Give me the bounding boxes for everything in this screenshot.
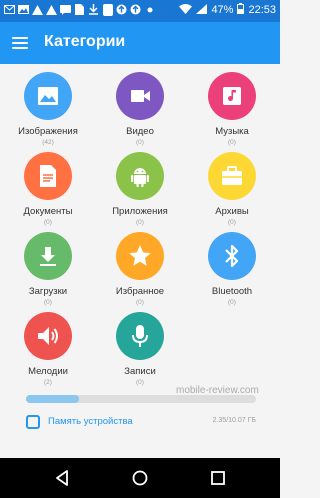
signal-icon (196, 3, 208, 17)
menu-icon-line (12, 47, 28, 49)
upload-icon (116, 4, 127, 15)
category-favorites[interactable]: Избранное (0) (94, 232, 186, 312)
category-count: (42) (42, 139, 54, 146)
category-count: (0) (228, 139, 236, 146)
email-icon (4, 4, 15, 15)
gallery-icon (18, 4, 29, 15)
category-video[interactable]: Видео (0) (94, 72, 186, 152)
app-bar: Категории (0, 22, 280, 64)
status-bar: 47% 22:53 (0, 0, 280, 22)
category-label: Мелодии (28, 366, 68, 377)
category-count: (0) (44, 219, 52, 226)
back-button[interactable] (52, 468, 72, 488)
download-icon (88, 4, 99, 15)
category-label: Записи (124, 366, 156, 377)
menu-icon-line (12, 42, 28, 44)
category-label: Изображения (18, 126, 78, 137)
battery-icon (237, 3, 245, 17)
microphone-icon (116, 312, 164, 360)
system-navigation-bar (0, 458, 280, 498)
warning-icon (32, 4, 43, 15)
more-notifications-icon (144, 4, 155, 15)
chat-icon (60, 4, 71, 15)
notification-icons (4, 3, 155, 16)
category-label: Приложения (112, 206, 168, 217)
page-title: Категории (44, 33, 126, 50)
menu-icon (12, 37, 28, 39)
document-icon (24, 152, 72, 200)
category-count: (2) (44, 379, 52, 386)
category-label: Архивы (215, 206, 249, 217)
category-label: Загрузки (28, 286, 68, 297)
category-archives[interactable]: Архивы (0) (186, 152, 278, 232)
category-label: Bluetooth (211, 286, 253, 297)
category-count: (0) (228, 299, 236, 306)
category-downloads[interactable]: Загрузки (0) (2, 232, 94, 312)
home-button[interactable] (130, 468, 150, 488)
image-icon (24, 72, 72, 120)
category-ringtones[interactable]: Мелодии (2) (2, 312, 94, 392)
bluetooth-icon (208, 232, 256, 280)
category-count: (0) (136, 299, 144, 306)
sd-card-icon (74, 4, 85, 15)
device-storage-link[interactable]: Память устройства 2.35/10.07 ГБ (26, 415, 256, 431)
category-count: (0) (136, 219, 144, 226)
video-camera-icon (116, 72, 164, 120)
battery-percent: 47% (211, 4, 234, 16)
device-storage-size: 2.35/10.07 ГБ (212, 417, 256, 424)
app-icon (102, 3, 113, 16)
category-count: (0) (228, 219, 236, 226)
category-bluetooth[interactable]: Bluetooth (0) (186, 232, 278, 312)
recents-button[interactable] (208, 468, 228, 488)
category-count: (0) (136, 139, 144, 146)
briefcase-icon (208, 152, 256, 200)
music-note-icon (208, 72, 256, 120)
warning-icon (46, 4, 57, 15)
category-label: Видео (126, 126, 154, 137)
category-count: (0) (136, 379, 144, 386)
back-icon (56, 470, 68, 486)
category-recordings[interactable]: Записи (0) (94, 312, 186, 392)
android-icon (116, 152, 164, 200)
phone-icon (26, 415, 40, 429)
category-count: (0) (44, 299, 52, 306)
category-documents[interactable]: Документы (0) (2, 152, 94, 232)
home-icon (132, 470, 148, 486)
star-icon (116, 232, 164, 280)
download-icon (24, 232, 72, 280)
wifi-icon (179, 3, 193, 17)
upload-icon (130, 4, 141, 15)
system-indicators: 47% 22:53 (179, 3, 276, 17)
category-label: Музыка (215, 126, 249, 137)
menu-button[interactable] (12, 32, 34, 54)
category-apps[interactable]: Приложения (0) (94, 152, 186, 232)
recents-icon (211, 471, 225, 485)
category-music[interactable]: Музыка (0) (186, 72, 278, 152)
speaker-icon (24, 312, 72, 360)
storage-usage-fill (26, 395, 79, 403)
clock: 22:53 (248, 4, 276, 16)
storage-usage-bar (26, 395, 256, 403)
device-storage-label: Память устройства (48, 416, 133, 427)
category-images[interactable]: Изображения (42) (2, 72, 94, 152)
category-label: Избранное (115, 286, 165, 297)
category-label: Документы (23, 206, 73, 217)
